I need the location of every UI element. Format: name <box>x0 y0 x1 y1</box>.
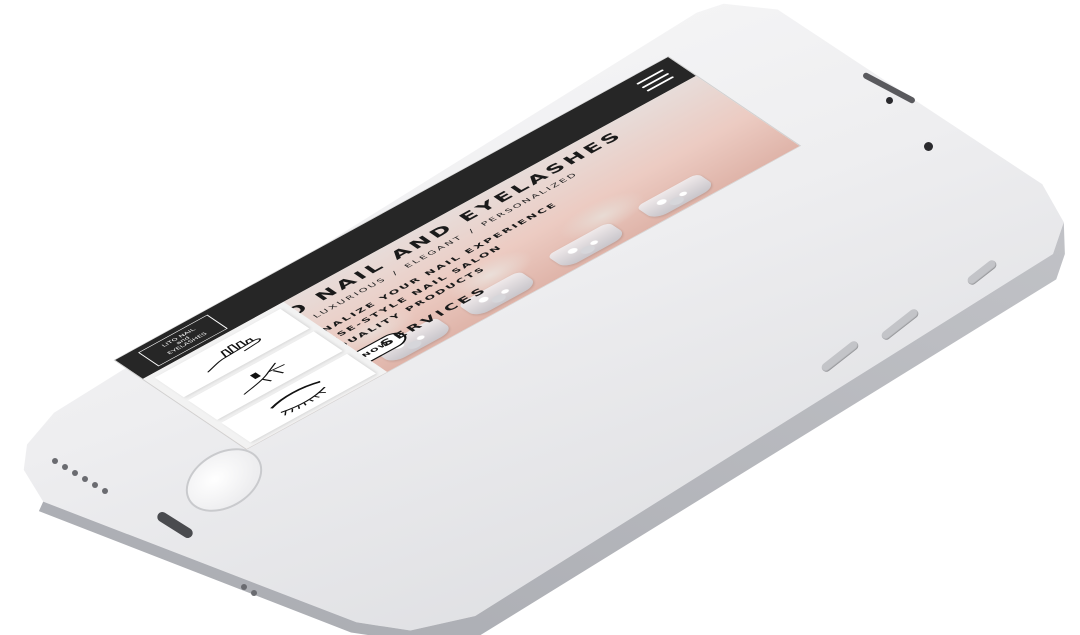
screen-wrap: LITO NAIL and EYELASHES LITO NAIL AND EY… <box>0 0 1080 635</box>
tagline-separator: / <box>467 227 479 235</box>
tagline-separator: / <box>390 269 402 277</box>
hamburger-menu-icon[interactable] <box>636 69 675 92</box>
phone-screen: LITO NAIL and EYELASHES LITO NAIL AND EY… <box>115 56 800 449</box>
